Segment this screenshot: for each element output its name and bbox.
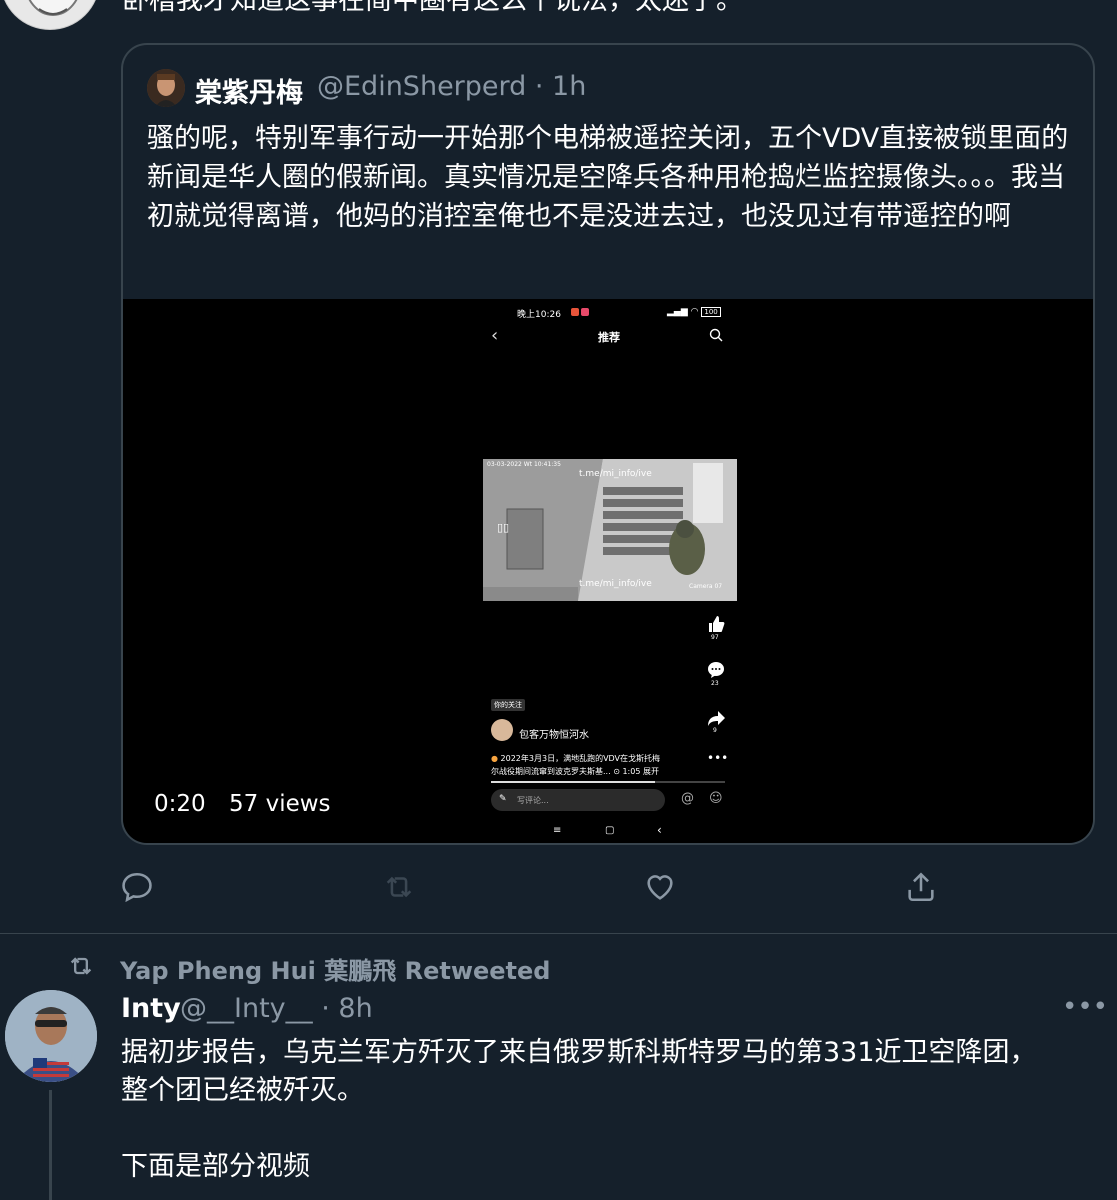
quoted-handle-text[interactable]: @EdinSherperd: [317, 71, 526, 102]
top-tweet-avatar[interactable]: [0, 0, 100, 30]
battery-icon: 100: [701, 307, 721, 317]
retweeted-icon: [66, 952, 96, 984]
more-options-icon[interactable]: •••: [1062, 992, 1108, 1022]
top-tweet-text: 卧槽我才知道这事在简中圈有这么个说法，太迷了。: [122, 0, 743, 16]
retweet-icon: [386, 876, 412, 898]
back-chevron-icon[interactable]: ‹: [491, 325, 498, 346]
status-app-icon: [581, 308, 589, 316]
cctv-camera-label: Camera 07: [689, 583, 723, 590]
home-nav-icon[interactable]: ▢: [605, 825, 614, 836]
caption-expand[interactable]: 展开: [643, 767, 659, 776]
cctv-watermark-top: t.me/mi_info/ive: [579, 469, 652, 479]
nav-title: 推荐: [598, 331, 620, 344]
inty-author-handle[interactable]: @__Inty__: [180, 993, 313, 1024]
status-app-icon: [571, 308, 579, 316]
caption-line-2: 尔战役期间流窜到波克罗夫斯基... ⊙ 1:05 展开: [491, 766, 659, 777]
fire-icon: ●: [491, 754, 498, 763]
quoted-author-avatar[interactable]: [147, 69, 185, 107]
quoted-author-handle: @EdinSherperd · 1h: [317, 71, 586, 102]
inty-tweet-text: 据初步报告，乌克兰军方歼灭了来自俄罗斯科斯特罗马的第331近卫空降团， 整个团已…: [121, 1037, 1037, 1182]
tweet-divider: [0, 933, 1117, 934]
signal-icon: ▂▄▆ ◠: [667, 307, 699, 317]
reply-button[interactable]: [120, 870, 160, 910]
reply-icon: [122, 872, 152, 903]
quoted-tweet-text: 骚的呢，特别军事行动一开始那个电梯被遥控关闭，五个VDV直接被锁里面的新闻是华人…: [147, 123, 1069, 232]
video-views: 57 views: [229, 791, 331, 817]
pen-icon: ✎: [499, 794, 507, 804]
share-icon: [908, 872, 934, 902]
quoted-author-name[interactable]: 棠紫丹梅: [195, 71, 303, 110]
cctv-video-frame: 03-03-2022 Wt 10:41:35 t.me/mi_info/ive …: [483, 459, 737, 601]
progress-track[interactable]: [491, 781, 725, 783]
inty-time[interactable]: · 8h: [321, 993, 372, 1024]
quoted-time: · 1h: [534, 71, 587, 102]
progress-fill: [491, 781, 655, 783]
comment-count: 23: [711, 680, 719, 687]
back-nav-icon[interactable]: ‹: [657, 823, 662, 837]
clock-icon: ⊙: [613, 767, 620, 776]
quoted-tweet-card[interactable]: 棠紫丹梅 @EdinSherperd · 1h 骚的呢，特别军事行动一开始那个电…: [121, 43, 1095, 845]
more-dots-icon[interactable]: •••: [707, 751, 728, 765]
status-icons: ▂▄▆ ◠ 100: [667, 307, 721, 317]
cctv-timestamp: 03-03-2022 Wt 10:41:35: [487, 461, 561, 468]
search-icon[interactable]: [709, 327, 723, 346]
phone-screenshot: 晚上10:26 ▂▄▆ ◠ 100 ‹ 推荐 03-03-2022 Wt 10:…: [481, 299, 737, 843]
thread-line: [49, 1090, 52, 1200]
video-duration: 0:20: [154, 791, 206, 817]
caption-text-2: 尔战役期间流窜到波克罗夫斯基...: [491, 767, 611, 776]
inty-handle-row: @__Inty__ · 8h: [180, 993, 373, 1024]
at-icon[interactable]: @: [681, 791, 694, 806]
menu-nav-icon[interactable]: ≡: [553, 825, 561, 836]
share-button[interactable]: [904, 870, 944, 910]
status-time: 晚上10:26: [517, 310, 561, 320]
channel-name[interactable]: 包客万物恒河水: [519, 726, 589, 741]
inty-avatar[interactable]: [5, 990, 97, 1082]
comment-placeholder: 写评论...: [517, 796, 549, 805]
like-button[interactable]: [643, 870, 683, 910]
follow-badge: 你的关注: [491, 699, 525, 711]
inty-author-name[interactable]: Inty: [121, 993, 181, 1024]
comment-input[interactable]: ✎ 写评论...: [491, 789, 665, 811]
caption-duration: 1:05: [622, 767, 641, 776]
caption-line-1: ● 2022年3月3日，满地乱跑的VDV在戈斯托梅: [491, 753, 660, 764]
channel-avatar[interactable]: [491, 719, 513, 741]
caption-text-1: 2022年3月3日，满地乱跑的VDV在戈斯托梅: [500, 754, 661, 763]
heart-icon: [647, 875, 673, 900]
emoji-icon[interactable]: ☺: [709, 791, 723, 806]
video-player[interactable]: 晚上10:26 ▂▄▆ ◠ 100 ‹ 推荐 03-03-2022 Wt 10:…: [123, 299, 1093, 843]
share-count: 9: [713, 727, 717, 734]
cctv-overlay-icon: ▯▯: [497, 521, 510, 534]
retweeted-by-label[interactable]: Yap Pheng Hui 葉鵬飛 Retweeted: [120, 951, 550, 986]
retweet-button[interactable]: [382, 870, 422, 910]
like-count: 97: [711, 634, 719, 641]
cctv-watermark-bottom: t.me/mi_info/ive: [579, 579, 652, 589]
